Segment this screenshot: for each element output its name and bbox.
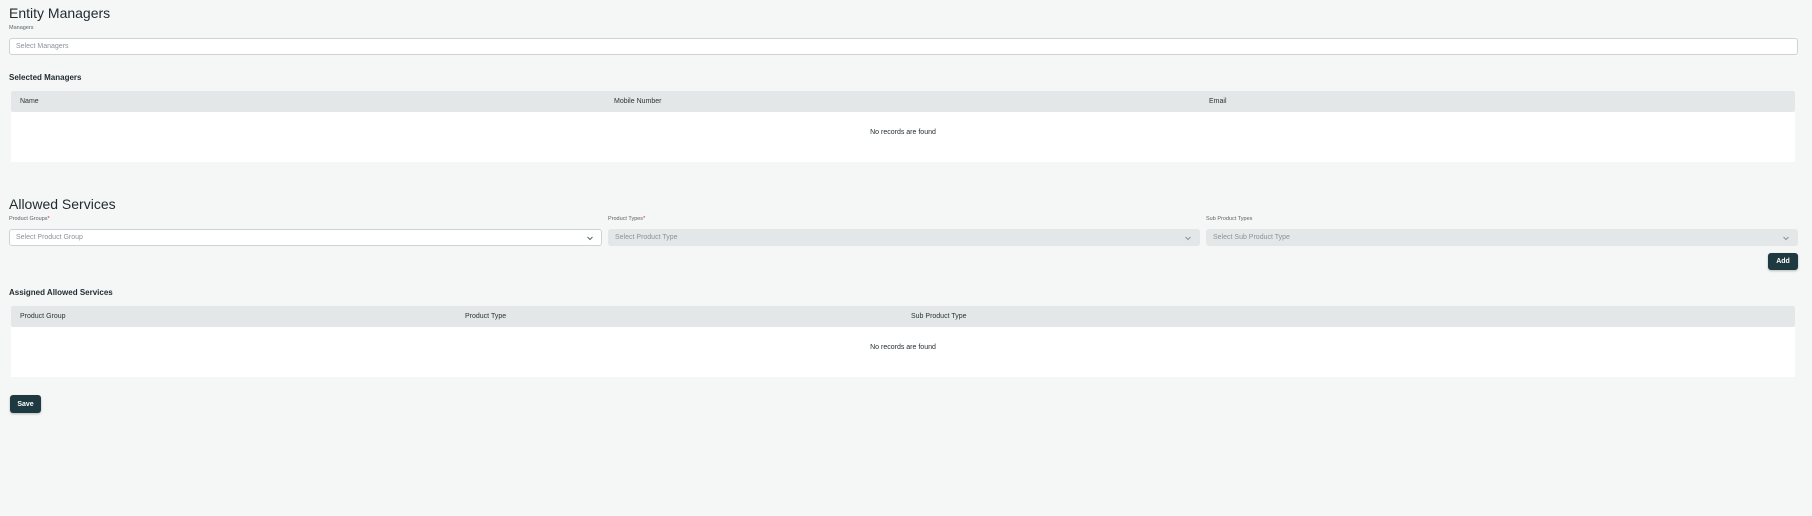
allowed-services-title: Allowed Services	[9, 196, 116, 212]
product-groups-label-text: Product Groups	[9, 216, 48, 222]
product-types-label-text: Product Types	[608, 216, 644, 222]
product-groups-label: Product Groups*	[9, 216, 50, 222]
chevron-down-icon	[1185, 236, 1191, 241]
chevron-down-icon	[1783, 236, 1789, 241]
sub-product-type-placeholder: Select Sub Product Type	[1213, 234, 1290, 241]
entity-managers-title: Entity Managers	[9, 5, 111, 21]
selected-managers-table: Name Mobile Number Email No records are …	[11, 91, 1795, 162]
column-header-product-type: Product Type	[465, 313, 507, 320]
selected-managers-title: Selected Managers	[9, 73, 82, 82]
column-header-product-group: Product Group	[20, 313, 66, 320]
managers-label: Managers	[9, 25, 34, 31]
product-type-select[interactable]: Select Product Type	[608, 229, 1200, 246]
table-header: Product Group Product Type Sub Product T…	[11, 306, 1795, 327]
column-header-mobile-number: Mobile Number	[614, 98, 662, 105]
assigned-allowed-services-title: Assigned Allowed Services	[9, 288, 113, 297]
column-header-sub-product-type: Sub Product Type	[911, 313, 967, 320]
managers-select[interactable]: Select Managers	[9, 38, 1798, 55]
sub-product-type-select[interactable]: Select Sub Product Type	[1206, 229, 1798, 246]
table-header: Name Mobile Number Email	[11, 91, 1795, 112]
column-header-email: Email	[1209, 98, 1227, 105]
page: Entity Managers Managers Select Managers…	[0, 0, 1812, 516]
product-group-placeholder: Select Product Group	[16, 234, 83, 241]
required-marker: *	[47, 216, 50, 222]
empty-state-text: No records are found	[870, 129, 936, 136]
required-marker: *	[643, 216, 646, 222]
chevron-down-icon	[587, 236, 593, 241]
column-header-name: Name	[20, 98, 39, 105]
add-button[interactable]: Add	[1768, 253, 1798, 270]
table-body: No records are found	[11, 112, 1795, 162]
product-type-placeholder: Select Product Type	[615, 234, 678, 241]
assigned-services-table: Product Group Product Type Sub Product T…	[11, 306, 1795, 377]
product-group-select[interactable]: Select Product Group	[9, 229, 602, 246]
table-body: No records are found	[11, 327, 1795, 377]
product-types-label: Product Types*	[608, 216, 645, 222]
empty-state-text: No records are found	[870, 344, 936, 351]
save-button[interactable]: Save	[10, 395, 41, 413]
sub-product-types-label: Sub Product Types	[1206, 216, 1253, 222]
